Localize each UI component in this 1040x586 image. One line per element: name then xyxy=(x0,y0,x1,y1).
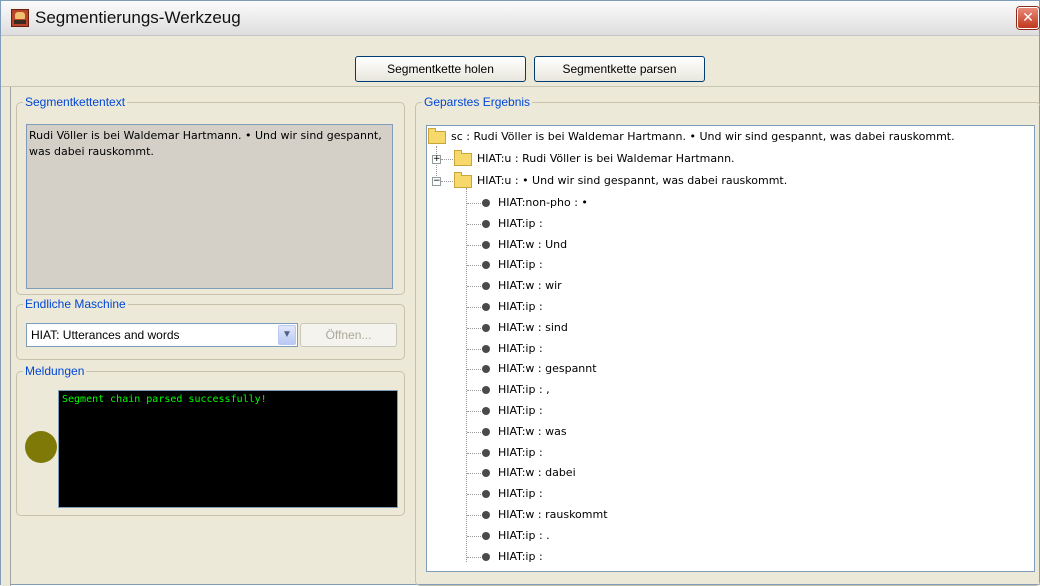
leaf-node-icon xyxy=(482,365,490,374)
leaf-node-icon xyxy=(482,344,490,353)
tree-node-label: sc : Rudi Völler is bei Waldemar Hartman… xyxy=(451,130,955,143)
tree-node-label: HIAT:w : wir xyxy=(498,279,562,293)
folder-icon xyxy=(428,127,446,144)
leaf-node-icon xyxy=(482,323,490,332)
tree-node-label: HIAT:non-pho : • xyxy=(498,196,588,209)
tree-node-label: HIAT:u : Rudi Völler is bei Waldemar Har… xyxy=(477,152,735,165)
window-title: Segmentierungs-Werkzeug xyxy=(35,8,241,27)
parsed-result-legend: Geparstes Ergebnis xyxy=(422,95,533,109)
tree-connector xyxy=(441,159,453,160)
leaf-node-icon xyxy=(482,261,490,270)
leaf-node-icon xyxy=(482,407,490,415)
tree-node-child[interactable]: HIAT:ip : xyxy=(482,444,543,462)
leaf-node-icon xyxy=(482,531,490,540)
tree-node-child[interactable]: HIAT:w : wir xyxy=(482,277,562,295)
tree-node-child[interactable]: HIAT:ip : xyxy=(482,485,543,503)
tree-node-child[interactable]: HIAT:ip : xyxy=(482,402,543,420)
tree-node-label: HIAT:ip : xyxy=(498,258,543,272)
tree-node-utterance-2[interactable]: HIAT:u : • Und wir sind gespannt, was da… xyxy=(454,171,788,190)
tree-node-label: HIAT:w : Und xyxy=(498,237,568,251)
tree-node-root[interactable]: sc : Rudi Völler is bei Waldemar Hartman… xyxy=(428,127,955,146)
expand-plus-icon[interactable]: + xyxy=(432,155,441,164)
tree-node-label: HIAT:w : rauskommt xyxy=(498,508,608,521)
tree-node-child[interactable]: HIAT:ip : xyxy=(482,256,543,274)
tree-node-label: HIAT:ip : xyxy=(498,300,543,313)
tree-node-label: HIAT:u : • Und wir sind gespannt, was da… xyxy=(477,174,788,187)
app-icon xyxy=(11,9,29,27)
leaf-node-icon xyxy=(482,469,490,478)
tree-node-label: HIAT:ip : xyxy=(498,445,543,459)
leaf-node-icon xyxy=(482,219,490,228)
tree-node-child[interactable]: HIAT:w : Und xyxy=(482,236,567,254)
folder-icon xyxy=(454,171,472,188)
tree-node-child[interactable]: HIAT:w : rauskommt xyxy=(482,506,608,524)
tree-node-child[interactable]: HIAT:ip : , xyxy=(482,381,550,399)
leaf-node-icon xyxy=(482,427,490,436)
tree-node-child[interactable]: HIAT:ip : xyxy=(482,298,543,316)
leaf-node-icon xyxy=(482,240,490,249)
collapse-minus-icon[interactable]: − xyxy=(432,177,441,186)
tree-node-label: HIAT:w : dabei xyxy=(498,466,576,480)
leaf-node-icon xyxy=(482,552,490,561)
parse-tree[interactable]: sc : Rudi Völler is bei Waldemar Hartman… xyxy=(426,125,1035,572)
tree-node-child[interactable]: HIAT:non-pho : • xyxy=(482,194,588,212)
machine-select[interactable]: HIAT: Utterances and words ▼ xyxy=(26,323,298,347)
get-segment-chain-button[interactable]: Segmentkette holen xyxy=(355,56,526,82)
leaf-node-icon xyxy=(482,490,490,499)
leaf-node-icon xyxy=(482,448,490,457)
tree-node-child[interactable]: HIAT:w : sind xyxy=(482,319,568,337)
chevron-down-icon[interactable]: ▼ xyxy=(278,325,296,345)
leaf-node-icon xyxy=(482,199,490,207)
tree-node-label: HIAT:ip : xyxy=(498,549,543,563)
segmentation-tool-window: Segmentierungs-Werkzeug ✕ Segmentkette h… xyxy=(0,0,1040,586)
tree-node-child[interactable]: HIAT:ip : . xyxy=(482,527,550,545)
tree-node-child[interactable]: HIAT:w : gespannt xyxy=(482,360,597,378)
segment-text-area[interactable]: Rudi Völler is bei Waldemar Hartmann. • … xyxy=(26,124,393,289)
tree-node-child[interactable]: HIAT:ip : xyxy=(482,215,543,233)
tree-node-child[interactable]: HIAT:ip : xyxy=(482,340,543,358)
tree-node-child[interactable]: HIAT:w : dabei xyxy=(482,464,576,482)
tree-node-label: HIAT:ip : xyxy=(498,216,543,230)
leaf-node-icon xyxy=(482,511,490,519)
leaf-node-icon xyxy=(482,303,490,311)
finite-machine-legend: Endliche Maschine xyxy=(23,297,128,311)
title-bar: Segmentierungs-Werkzeug ✕ xyxy=(1,1,1039,36)
leaf-node-icon xyxy=(482,386,490,395)
tree-node-label: HIAT:ip : , xyxy=(498,383,550,397)
tree-node-label: HIAT:ip : xyxy=(498,404,543,417)
tree-node-label: HIAT:w : gespannt xyxy=(498,362,597,376)
parse-segment-chain-button[interactable]: Segmentkette parsen xyxy=(534,56,705,82)
tree-node-label: HIAT:ip : xyxy=(498,341,543,355)
tree-node-child[interactable]: HIAT:ip : xyxy=(482,548,543,566)
messages-legend: Meldungen xyxy=(23,364,87,378)
tree-node-label: HIAT:w : sind xyxy=(498,320,568,334)
tree-node-label: HIAT:ip : xyxy=(498,487,543,501)
tree-node-label: HIAT:ip : . xyxy=(498,528,550,542)
close-icon[interactable]: ✕ xyxy=(1017,7,1039,29)
status-indicator-icon xyxy=(25,431,57,463)
tree-node-label: HIAT:w : was xyxy=(498,424,567,438)
left-edge-strip xyxy=(1,87,11,586)
leaf-node-icon xyxy=(482,282,490,291)
tree-node-child[interactable]: HIAT:w : was xyxy=(482,423,567,441)
message-console: Segment chain parsed successfully! xyxy=(58,390,398,508)
segment-text-legend: Segmentkettentext xyxy=(23,95,128,109)
tree-node-utterance-1[interactable]: HIAT:u : Rudi Völler is bei Waldemar Har… xyxy=(454,149,735,168)
open-button[interactable]: Öffnen... xyxy=(300,323,397,347)
machine-select-value: HIAT: Utterances and words xyxy=(31,328,180,342)
folder-icon xyxy=(454,149,472,166)
tree-connector xyxy=(441,181,453,182)
